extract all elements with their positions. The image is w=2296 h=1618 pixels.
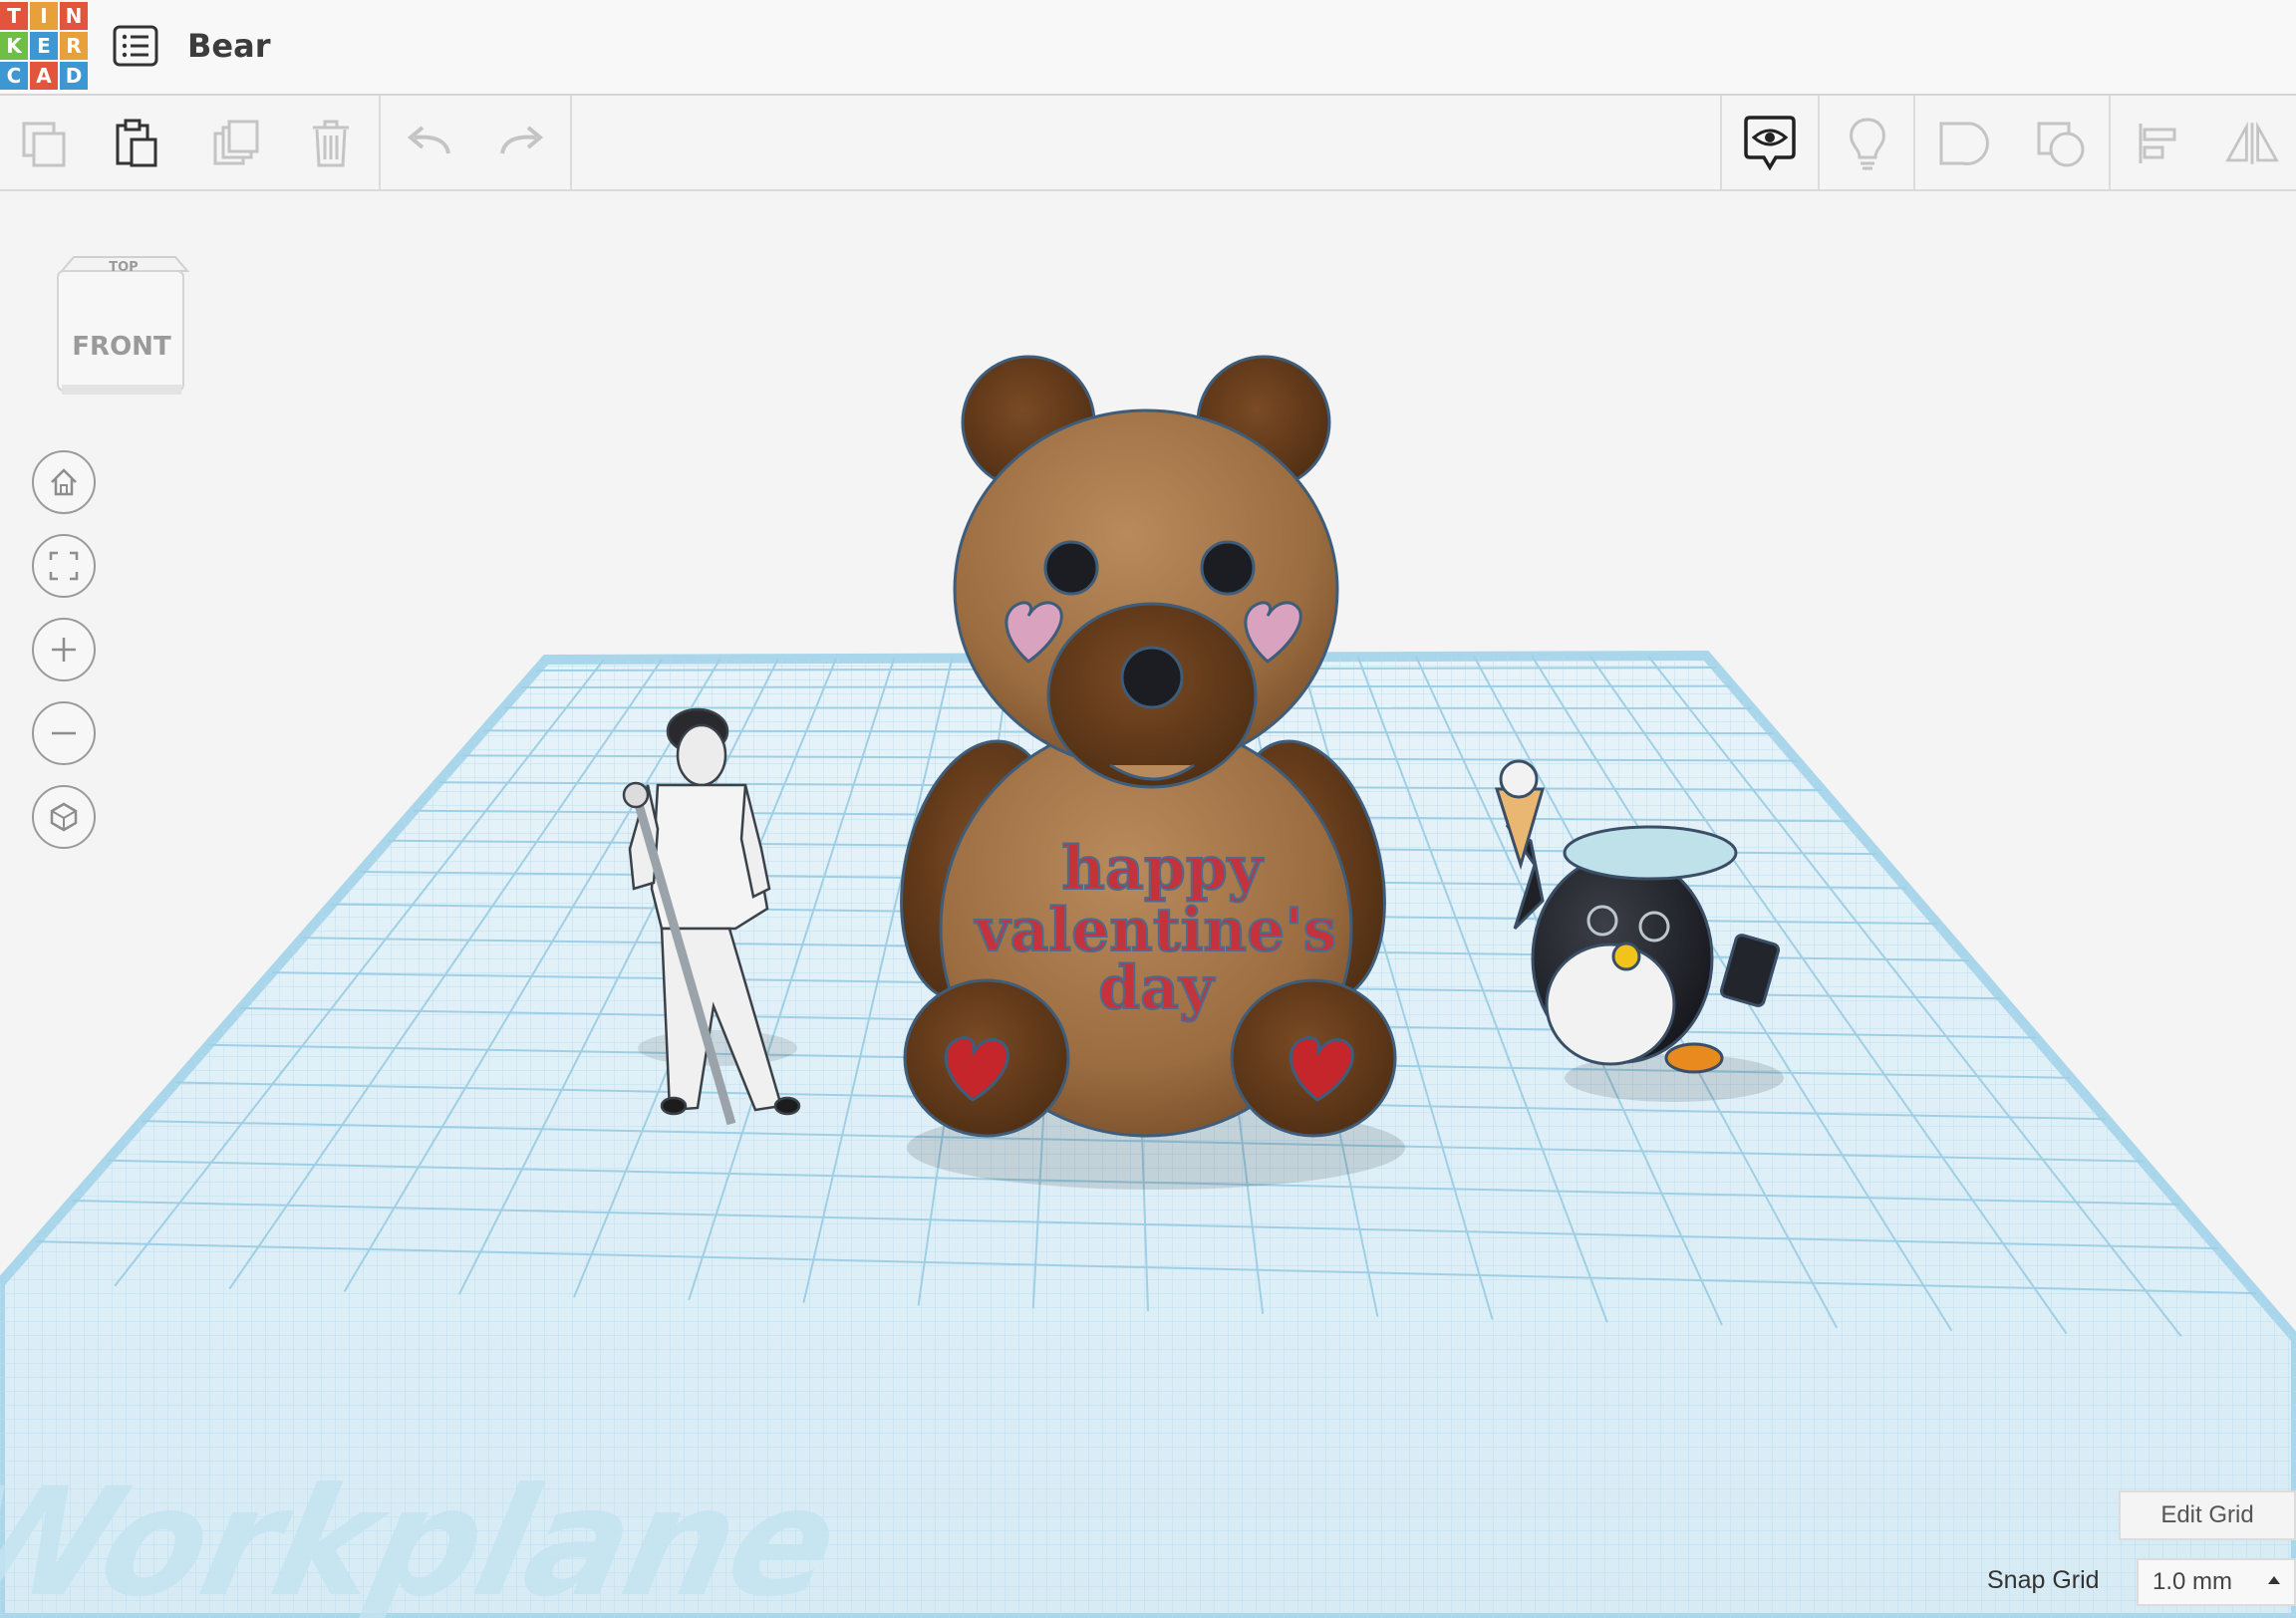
- undo-button[interactable]: [399, 114, 458, 173]
- bear-text-line: day: [1098, 953, 1216, 1023]
- notes-button[interactable]: [1838, 114, 1897, 173]
- perspective-button[interactable]: [32, 785, 96, 849]
- paste-icon: [116, 119, 157, 167]
- snap-grid-value: 1.0 mm: [2152, 1568, 2233, 1595]
- mirror-button[interactable]: [2222, 114, 2282, 173]
- logo-letter: D: [60, 62, 88, 90]
- show-all-button[interactable]: [1740, 114, 1800, 173]
- redo-button[interactable]: [492, 114, 552, 173]
- edit-toolbar: [0, 96, 2296, 191]
- align-icon: [2139, 124, 2176, 163]
- workplane-watermark: Workplane: [0, 1457, 851, 1618]
- logo-letter: C: [0, 62, 28, 90]
- design-list-button[interactable]: [112, 24, 159, 68]
- bear-text-line: happy: [1061, 834, 1264, 904]
- list-icon: [113, 25, 158, 67]
- copy-button[interactable]: [14, 114, 74, 173]
- snap-grid-control: Snap Grid 1.0 mm: [1987, 1556, 2296, 1608]
- duplicate-icon: [213, 120, 259, 165]
- view-cube-top-label: TOP: [109, 260, 138, 275]
- delete-button[interactable]: [301, 114, 361, 173]
- perspective-cube-icon: [50, 802, 78, 832]
- align-button[interactable]: [2129, 114, 2188, 173]
- toolbar-divider: [2109, 96, 2111, 189]
- copy-icon: [22, 122, 66, 167]
- logo-letter: R: [60, 32, 88, 60]
- logo-letter: T: [0, 2, 28, 30]
- zoom-in-button[interactable]: [32, 618, 96, 681]
- toolbar-divider: [1818, 96, 1820, 189]
- paste-button[interactable]: [106, 114, 165, 173]
- toolbar-divider: [1720, 96, 1722, 189]
- logo-letter: A: [30, 62, 58, 90]
- logo-letter: I: [30, 2, 58, 30]
- toolbar-divider: [1913, 96, 1915, 189]
- toolbar-divider: [379, 96, 381, 189]
- toolbar-divider: [570, 96, 572, 189]
- delete-icon: [313, 120, 349, 167]
- zoom-out-button[interactable]: [32, 701, 96, 765]
- ungroup-button[interactable]: [2031, 114, 2091, 173]
- fit-view-button[interactable]: [32, 534, 96, 598]
- redo-icon: [500, 126, 544, 154]
- ungroup-icon: [2037, 122, 2085, 167]
- logo-letter: K: [0, 32, 28, 60]
- eye-speech-icon: [1744, 116, 1796, 171]
- mirror-icon: [2225, 121, 2279, 164]
- view-cube-front-label: FRONT: [72, 332, 171, 362]
- lightbulb-icon: [1850, 118, 1885, 170]
- tinkercad-logo[interactable]: T I N K E R C A D: [0, 2, 88, 90]
- fit-all-icon: [49, 551, 79, 581]
- logo-letter: N: [60, 2, 88, 30]
- edit-grid-button[interactable]: Edit Grid: [2119, 1490, 2296, 1540]
- group-button[interactable]: [1933, 114, 1993, 173]
- duplicate-button[interactable]: [205, 114, 265, 173]
- 3d-viewport[interactable]: happy valentine's day TOP FRONT Workplan…: [0, 191, 2296, 1618]
- zoom-out-icon: [52, 731, 76, 735]
- caret-up-icon: [2268, 1576, 2280, 1584]
- workplane-scene[interactable]: happy valentine's day: [0, 191, 2296, 1618]
- zoom-in-icon: [52, 638, 76, 662]
- snap-grid-select[interactable]: 1.0 mm: [2137, 1558, 2296, 1606]
- design-title[interactable]: Bear: [187, 24, 270, 68]
- group-icon: [1939, 122, 1989, 165]
- top-header: T I N K E R C A D Bear: [0, 0, 2296, 96]
- home-view-button[interactable]: [32, 450, 96, 514]
- view-cube[interactable]: TOP FRONT: [52, 251, 191, 414]
- logo-letter: E: [30, 32, 58, 60]
- snap-grid-label: Snap Grid: [1987, 1566, 2100, 1594]
- undo-icon: [407, 126, 450, 154]
- home-icon: [51, 468, 77, 496]
